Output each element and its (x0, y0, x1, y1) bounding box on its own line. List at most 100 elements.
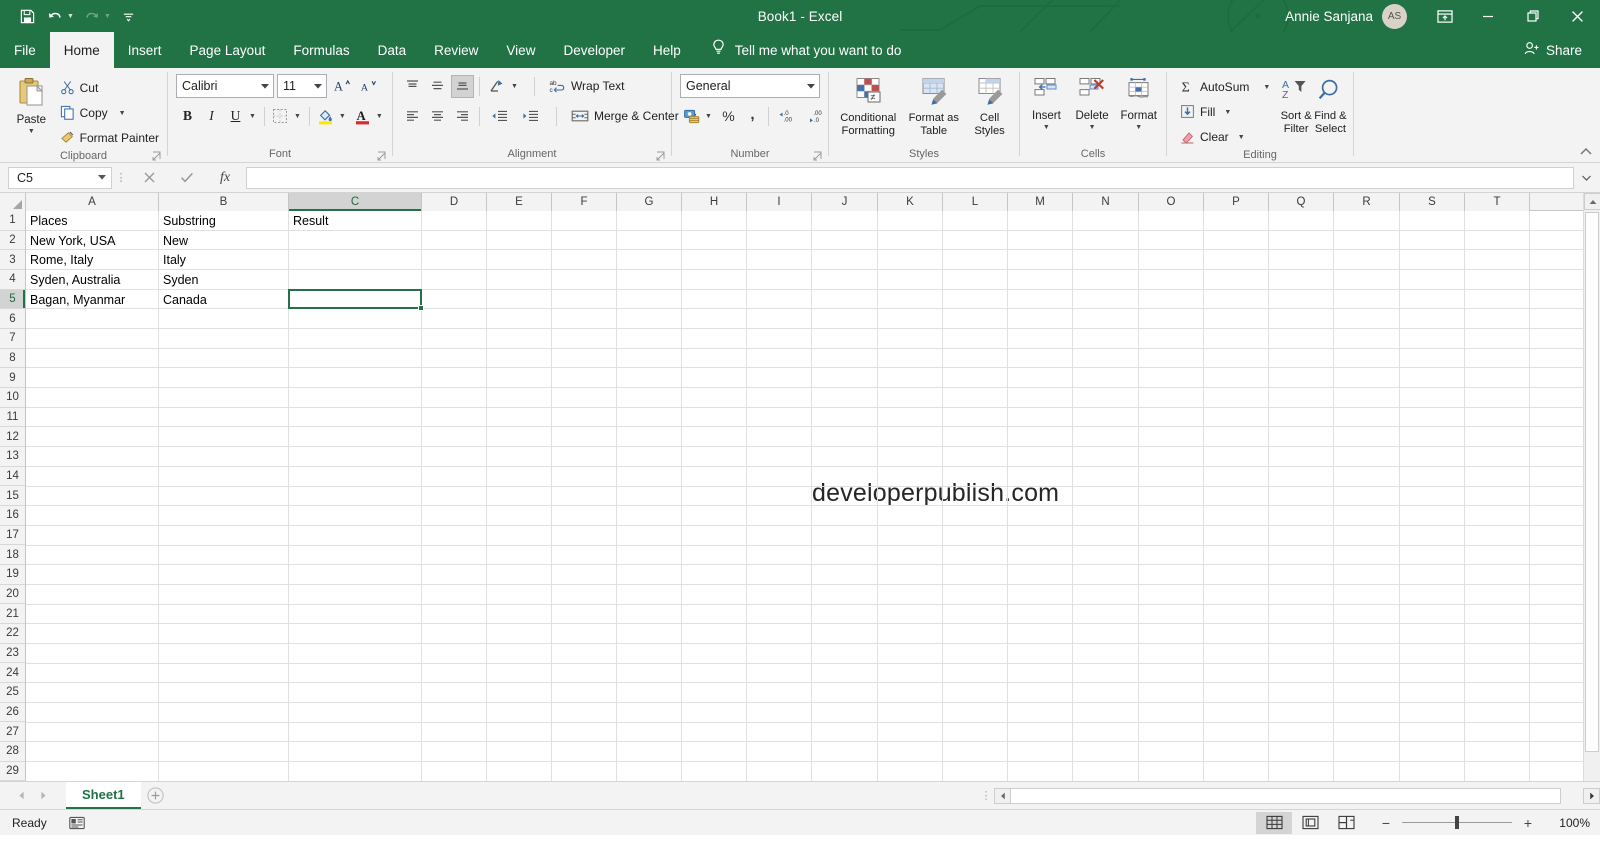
cell-B1[interactable]: Substring (159, 211, 289, 231)
row-header-15[interactable]: 15 (0, 486, 25, 507)
row-header-19[interactable]: 19 (0, 565, 25, 585)
horizontal-scroll-track[interactable] (1011, 787, 1561, 804)
format-painter-button[interactable]: Format Painter (57, 126, 162, 149)
tab-home[interactable]: Home (49, 32, 114, 68)
chevron-down-icon[interactable] (93, 175, 111, 180)
cell-C1[interactable]: Result (289, 211, 422, 231)
tab-data[interactable]: Data (364, 32, 421, 68)
avatar[interactable]: AS (1382, 3, 1407, 29)
column-header-R[interactable]: R (1334, 193, 1400, 211)
normal-view-icon[interactable] (1256, 811, 1292, 834)
row-header-2[interactable]: 2 (0, 230, 25, 251)
formula-input[interactable] (246, 166, 1574, 189)
accounting-dropdown-icon[interactable]: ▼ (705, 113, 712, 120)
row-header-17[interactable]: 17 (0, 525, 25, 546)
bottom-align-icon[interactable] (451, 74, 474, 98)
share-button[interactable]: Share (1506, 32, 1600, 68)
fill-button[interactable]: Fill ▼ (1177, 100, 1273, 123)
row-header-6[interactable]: 6 (0, 309, 25, 330)
clipboard-dialog-launcher-icon[interactable] (152, 151, 162, 161)
column-header-A[interactable]: A (26, 193, 159, 211)
cut-button[interactable]: Cut (57, 76, 162, 99)
fill-color-icon[interactable] (314, 105, 337, 128)
horizontal-scrollbar[interactable] (994, 787, 1600, 804)
column-header-B[interactable]: B (159, 193, 289, 211)
orientation-dropdown-icon[interactable]: ▼ (511, 83, 518, 90)
column-header-H[interactable]: H (682, 193, 747, 211)
paste-button[interactable]: Paste ▼ (10, 74, 53, 135)
delete-dropdown-icon[interactable]: ▼ (1089, 124, 1096, 131)
chevron-down-icon[interactable] (310, 83, 326, 89)
insert-dropdown-icon[interactable]: ▼ (1043, 124, 1050, 131)
find-select-button[interactable]: Find & Select (1313, 74, 1348, 135)
row-header-5[interactable]: 5 (0, 289, 25, 310)
row-header-24[interactable]: 24 (0, 663, 25, 684)
tab-insert[interactable]: Insert (114, 32, 176, 68)
account-name[interactable]: Annie Sanjana (1285, 9, 1373, 24)
row-header-1[interactable]: 1 (0, 211, 25, 231)
column-header-J[interactable]: J (812, 193, 878, 211)
chevron-down-icon[interactable] (803, 83, 819, 89)
column-header-C[interactable]: C (289, 193, 422, 211)
insert-cells-button[interactable]: Insert ▼ (1025, 74, 1068, 131)
bold-button[interactable]: B (176, 105, 199, 128)
row-header-18[interactable]: 18 (0, 545, 25, 566)
cell-A5[interactable]: Bagan, Myanmar (26, 290, 159, 310)
align-left-icon[interactable] (401, 105, 424, 128)
autosum-dropdown-icon[interactable]: ▼ (1263, 84, 1270, 91)
row-header-11[interactable]: 11 (0, 407, 25, 428)
top-align-icon[interactable] (401, 75, 424, 98)
zoom-level-label[interactable]: 100% (1550, 816, 1590, 830)
paste-dropdown-icon[interactable]: ▼ (28, 128, 35, 135)
autosum-button[interactable]: Σ AutoSum ▼ (1177, 75, 1273, 98)
undo-dropdown-icon[interactable]: ▼ (67, 13, 74, 20)
fill-color-dropdown-icon[interactable]: ▼ (339, 113, 346, 120)
row-header-20[interactable]: 20 (0, 584, 25, 605)
undo-icon[interactable] (42, 4, 68, 28)
row-header-27[interactable]: 27 (0, 722, 25, 743)
zoom-slider-thumb[interactable] (1455, 816, 1459, 829)
add-sheet-icon[interactable] (141, 785, 171, 807)
scroll-right-icon[interactable] (1583, 787, 1600, 804)
column-header-S[interactable]: S (1400, 193, 1465, 211)
customize-qat-icon[interactable] (116, 4, 142, 28)
column-header-D[interactable]: D (422, 193, 487, 211)
decrease-indent-icon[interactable] (485, 105, 514, 128)
cell-A2[interactable]: New York, USA (26, 231, 159, 251)
tab-developer[interactable]: Developer (549, 32, 639, 68)
row-header-26[interactable]: 26 (0, 702, 25, 723)
restore-icon[interactable] (1510, 0, 1555, 32)
row-header-7[interactable]: 7 (0, 329, 25, 349)
row-header-16[interactable]: 16 (0, 506, 25, 526)
column-header-G[interactable]: G (617, 193, 682, 211)
fill-handle[interactable] (418, 305, 424, 312)
middle-align-icon[interactable] (426, 75, 449, 98)
chevron-down-icon[interactable] (257, 83, 273, 89)
sheet-tab-sheet1[interactable]: Sheet1 (66, 782, 141, 809)
orientation-icon[interactable] (485, 75, 508, 98)
grid-cells[interactable]: developerpublish.com Places Substring Resu… (26, 211, 1600, 781)
decrease-font-size-icon[interactable]: A (356, 75, 379, 98)
row-header-28[interactable]: 28 (0, 742, 25, 762)
sort-filter-button[interactable]: AZ Sort & Filter (1279, 74, 1313, 135)
select-all-corner[interactable] (0, 193, 26, 211)
ribbon-display-options-icon[interactable] (1425, 0, 1465, 32)
vertical-scrollbar[interactable] (1583, 193, 1600, 781)
format-dropdown-icon[interactable]: ▼ (1135, 124, 1142, 131)
decrease-decimal-icon[interactable]: .00.0 (803, 105, 832, 128)
row-header-21[interactable]: 21 (0, 604, 25, 625)
close-icon[interactable] (1555, 0, 1600, 32)
column-header-K[interactable]: K (878, 193, 943, 211)
row-header-29[interactable]: 29 (0, 761, 25, 781)
redo-icon[interactable] (79, 4, 105, 28)
zoom-slider[interactable] (1402, 816, 1512, 830)
row-header-23[interactable]: 23 (0, 643, 25, 664)
underline-dropdown-icon[interactable]: ▼ (249, 113, 256, 120)
tab-view[interactable]: View (492, 32, 549, 68)
row-header-9[interactable]: 9 (0, 368, 25, 389)
row-header-25[interactable]: 25 (0, 683, 25, 703)
zoom-out-button[interactable]: − (1380, 815, 1392, 831)
row-header-10[interactable]: 10 (0, 388, 25, 408)
column-header-P[interactable]: P (1204, 193, 1269, 211)
font-color-dropdown-icon[interactable]: ▼ (376, 113, 383, 120)
